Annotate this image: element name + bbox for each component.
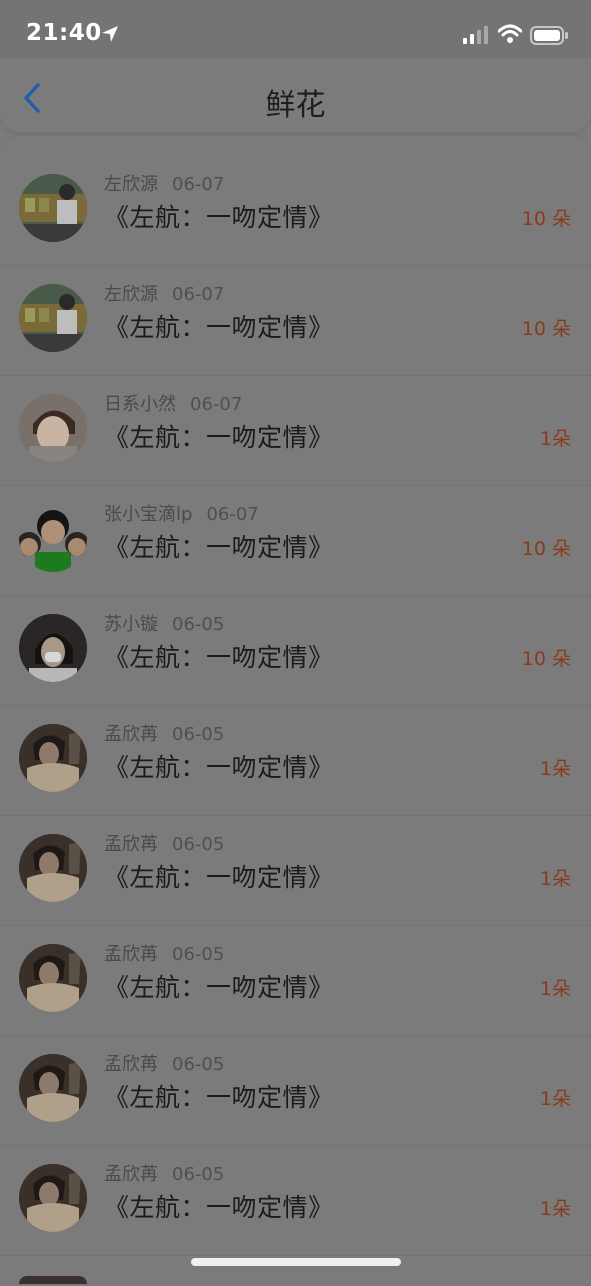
- user-name: 孟欣苒: [104, 1054, 158, 1075]
- status-bar: 21:40: [0, 0, 591, 58]
- item-title: 《左航：一吻定情》: [104, 203, 334, 232]
- flower-list: 左欣源 06-07 《左航：一吻定情》 10 朵 左欣源 06-07 《左航：一吻定…: [0, 136, 591, 1286]
- wifi-icon: [497, 24, 523, 48]
- item-title: 《左航：一吻定情》: [104, 753, 334, 782]
- item-date: 06-05: [172, 1164, 225, 1185]
- avatar[interactable]: [19, 284, 87, 352]
- item-date: 06-05: [172, 944, 225, 965]
- page-title: 鲜花: [265, 88, 326, 123]
- user-name: 孟欣苒: [104, 834, 158, 855]
- item-date: 06-07: [172, 284, 225, 305]
- flower-count: 10 朵: [521, 648, 571, 670]
- item-meta: 左欣源 06-07: [104, 170, 224, 196]
- item-title: 《左航：一吻定情》: [104, 1083, 334, 1112]
- avatar[interactable]: [19, 614, 87, 682]
- avatar[interactable]: [19, 944, 87, 1012]
- user-name: 苏小镟: [104, 614, 158, 635]
- item-meta: 孟欣苒 06-05: [104, 1160, 224, 1186]
- item-title: 《左航：一吻定情》: [104, 313, 334, 342]
- item-meta: 孟欣苒 06-05: [104, 940, 224, 966]
- battery-icon: [530, 26, 570, 50]
- status-time: 21:40: [26, 20, 102, 46]
- user-name: 孟欣苒: [104, 724, 158, 745]
- item-title: 《左航：一吻定情》: [104, 973, 334, 1002]
- user-name: 孟欣苒: [104, 944, 158, 965]
- item-title: 《左航：一吻定情》: [104, 533, 334, 562]
- list-item[interactable]: 左欣源 06-07 《左航：一吻定情》 10 朵: [0, 266, 591, 376]
- avatar[interactable]: [19, 1054, 87, 1122]
- list-item[interactable]: 日系小然 06-07 《左航：一吻定情》 1朵: [0, 376, 591, 486]
- item-date: 06-07: [172, 174, 225, 195]
- user-name: 孟欣苒: [104, 1164, 158, 1185]
- avatar[interactable]: [19, 174, 87, 242]
- item-meta: 孟欣苒 06-05: [104, 720, 224, 746]
- avatar[interactable]: [19, 394, 87, 462]
- item-meta: 张小宝滴lp 06-07: [104, 500, 259, 526]
- flower-count: 10 朵: [521, 318, 571, 340]
- item-title: 《左航：一吻定情》: [104, 863, 334, 892]
- list-item[interactable]: 孟欣苒 06-05 《左航：一吻定情》 1朵: [0, 816, 591, 926]
- flower-count: 10 朵: [521, 208, 571, 230]
- avatar[interactable]: [19, 834, 87, 902]
- user-name: 日系小然: [104, 394, 176, 415]
- item-meta: 苏小镟 06-05: [104, 610, 224, 636]
- item-meta: 孟欣苒 06-05: [104, 1050, 224, 1076]
- flower-count: 10 朵: [521, 538, 571, 560]
- home-indicator[interactable]: [191, 1258, 401, 1266]
- location-arrow-icon: [100, 24, 120, 48]
- item-title: 《左航：一吻定情》: [104, 1193, 334, 1222]
- item-meta: 孟欣苒 06-05: [104, 830, 224, 856]
- user-name: 左欣源: [104, 174, 158, 195]
- item-meta: 日系小然 06-07: [104, 390, 242, 416]
- flower-count: 1朵: [539, 758, 571, 780]
- avatar[interactable]: [19, 724, 87, 792]
- list-item[interactable]: 孟欣苒 06-05 《左航：一吻定情》 1朵: [0, 926, 591, 1036]
- cellular-signal-icon: [463, 26, 491, 48]
- list-item[interactable]: 孟欣苒 06-05 《左航：一吻定情》 1朵: [0, 1146, 591, 1256]
- item-date: 06-05: [172, 1054, 225, 1075]
- user-name: 左欣源: [104, 284, 158, 305]
- list-item[interactable]: 孟欣苒 06-05 《左航：一吻定情》 1朵: [0, 706, 591, 816]
- avatar[interactable]: [19, 504, 87, 572]
- item-meta: 左欣源 06-07: [104, 280, 224, 306]
- user-name: 张小宝滴lp: [104, 504, 193, 525]
- flower-count: 1朵: [539, 1198, 571, 1220]
- item-date: 06-05: [172, 724, 225, 745]
- avatar: [19, 1276, 87, 1284]
- list-item[interactable]: 苏小镟 06-05 《左航：一吻定情》 10 朵: [0, 596, 591, 706]
- item-title: 《左航：一吻定情》: [104, 643, 334, 672]
- divider: [0, 1255, 591, 1256]
- item-date: 06-07: [190, 394, 243, 415]
- nav-bar: 鲜花: [0, 58, 591, 132]
- item-date: 06-05: [172, 834, 225, 855]
- list-item[interactable]: 孟欣苒 06-05 《左航：一吻定情》 1朵: [0, 1036, 591, 1146]
- flower-count: 1朵: [539, 1088, 571, 1110]
- item-title: 《左航：一吻定情》: [104, 423, 334, 452]
- item-date: 06-05: [172, 614, 225, 635]
- list-item[interactable]: 左欣源 06-07 《左航：一吻定情》 10 朵: [0, 156, 591, 266]
- flower-count: 1朵: [539, 978, 571, 1000]
- item-date: 06-07: [206, 504, 259, 525]
- flower-count: 1朵: [539, 428, 571, 450]
- avatar[interactable]: [19, 1164, 87, 1232]
- flower-count: 1朵: [539, 868, 571, 890]
- list-item[interactable]: 张小宝滴lp 06-07 《左航：一吻定情》 10 朵: [0, 486, 591, 596]
